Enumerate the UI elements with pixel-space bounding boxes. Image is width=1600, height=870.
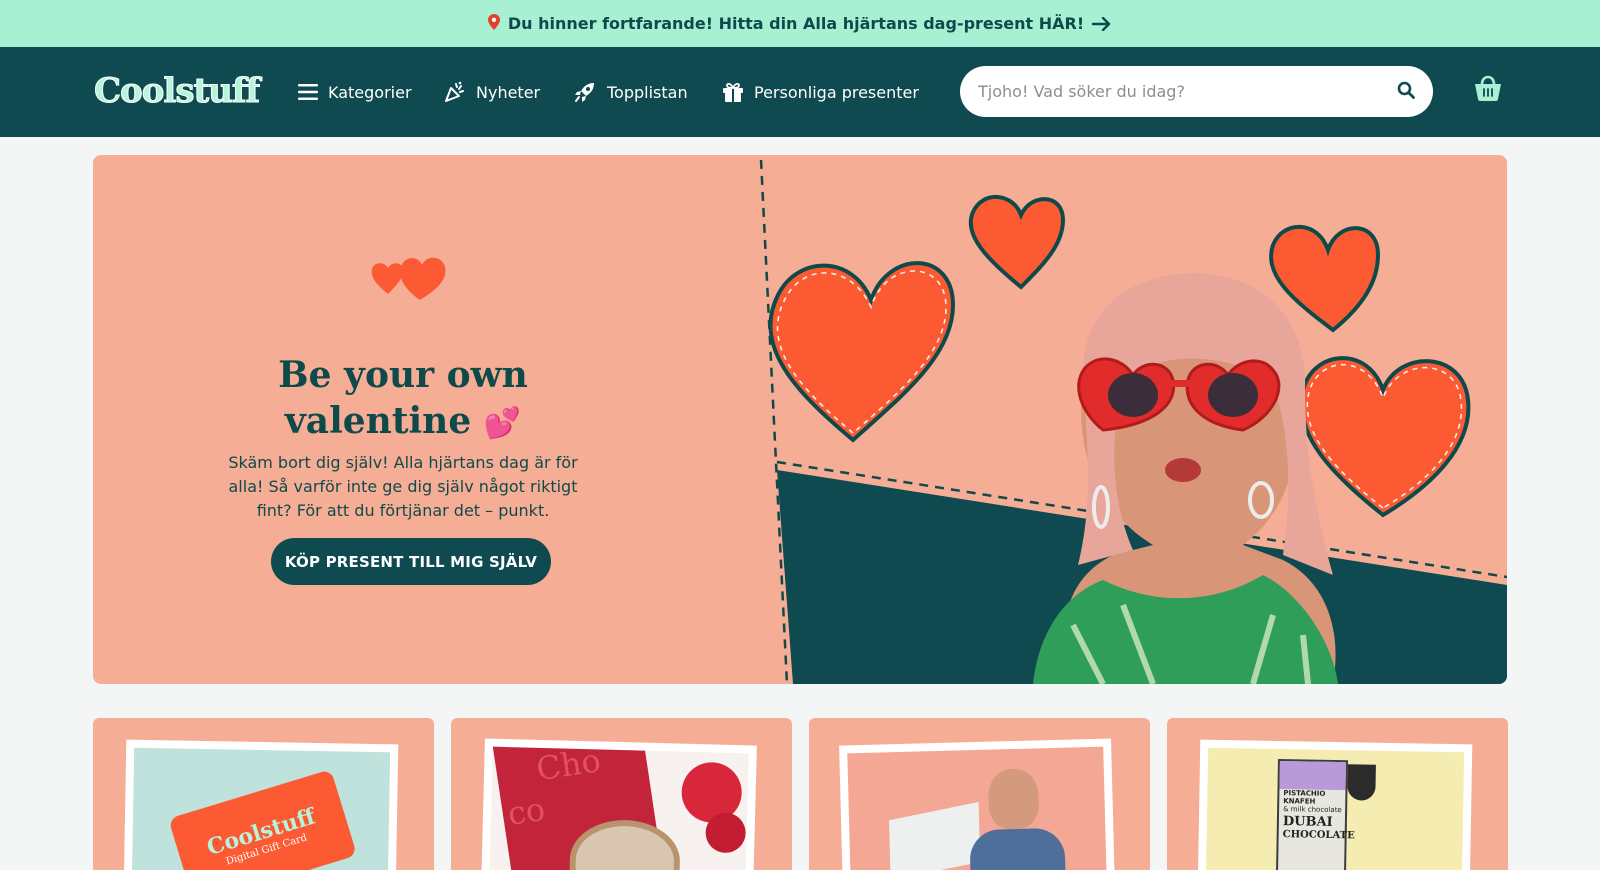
nav-label: Topplistan <box>607 82 688 102</box>
hero-title-line2: valentine <box>284 400 472 442</box>
gift-icon <box>722 81 744 103</box>
hero-title: Be your own valentine 💕 <box>223 352 583 447</box>
gift-card: Coolstuff Digital Gift Card <box>168 769 358 870</box>
pin-icon <box>487 13 500 34</box>
nav-label: Nyheter <box>476 82 541 102</box>
hearts-icon <box>368 250 450 306</box>
shopping-basket-icon[interactable] <box>1473 73 1503 107</box>
product-image-chocolate-box: Cho co <box>481 738 757 870</box>
search-input[interactable] <box>978 82 1397 101</box>
box-text: Cho <box>533 746 604 789</box>
product-image-man-with-box <box>839 738 1115 870</box>
product-image-gift-card: Coolstuff Digital Gift Card <box>123 739 399 870</box>
party-popper-icon <box>444 81 466 103</box>
hero-description: Skäm bort dig själv! Alla hjärtans dag ä… <box>228 453 578 520</box>
product-card[interactable]: Cho co <box>451 718 792 870</box>
announcement-bar[interactable]: Du hinner fortfarande! Hitta din Alla hj… <box>0 0 1600 47</box>
nav-label: Kategorier <box>328 82 412 102</box>
hearts-emoji-icon: 💕 <box>483 406 522 441</box>
roses-2 <box>705 812 747 854</box>
chocolate-bar: PISTACHIO KNAFEH & milk chocolate DUBAI … <box>1275 758 1355 870</box>
product-card[interactable] <box>809 718 1150 870</box>
hero-title-line1: Be your own <box>278 354 528 396</box>
nav-nyheter[interactable]: Nyheter <box>444 47 540 137</box>
logo[interactable]: Coolstuff <box>93 69 260 113</box>
rocket-icon <box>573 80 597 104</box>
product-image-dubai-chocolate: PISTACHIO KNAFEH & milk chocolate DUBAI … <box>1197 739 1473 870</box>
nav-personliga-presenter[interactable]: Personliga presenter <box>722 47 919 137</box>
nav-label: Personliga presenter <box>754 82 919 102</box>
nav-kategorier[interactable]: Kategorier <box>298 47 412 137</box>
arrow-right-icon <box>1091 12 1112 36</box>
product-card-grid: Coolstuff Digital Gift Card Cho co PISTA… <box>93 718 1508 870</box>
announcement-text[interactable]: Du hinner fortfarande! Hitta din Alla hj… <box>508 14 1084 33</box>
product-card[interactable]: PISTACHIO KNAFEH & milk chocolate DUBAI … <box>1167 718 1508 870</box>
search-bar[interactable] <box>960 66 1433 117</box>
menu-icon <box>298 84 318 100</box>
man-shirt <box>969 827 1067 870</box>
box-text-2: co <box>505 789 548 833</box>
nav-topplistan[interactable]: Topplistan <box>573 47 688 137</box>
gift-box <box>889 802 981 870</box>
hero-banner: Be your own valentine 💕 Skäm bort dig sj… <box>93 155 1507 684</box>
product-card[interactable]: Coolstuff Digital Gift Card <box>93 718 434 870</box>
site-header: Coolstuff Kategorier Nyheter Topplistan … <box>0 47 1600 137</box>
search-icon[interactable] <box>1397 81 1415 103</box>
man-face <box>987 768 1040 830</box>
bar-wrapper-edge <box>1347 764 1376 801</box>
bar-name-line2: CHOCOLATE <box>1282 829 1355 842</box>
bar-name-line1: DUBAI <box>1282 814 1333 830</box>
buy-gift-for-myself-button[interactable]: KÖP PRESENT TILL MIG SJÄLV <box>271 538 551 585</box>
bar-brand-line3: & milk chocolate <box>1283 805 1342 815</box>
